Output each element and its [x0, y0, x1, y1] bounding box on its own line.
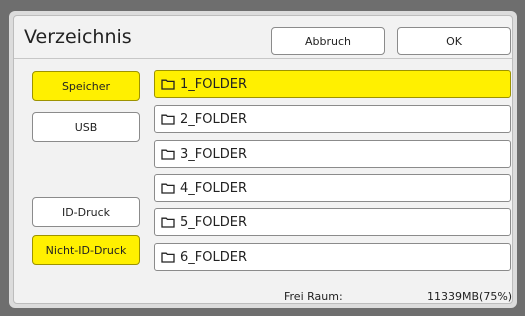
usb-button[interactable]: USB — [32, 112, 140, 142]
folder-name: 4_FOLDER — [180, 180, 247, 196]
storage-button[interactable]: Speicher — [32, 71, 140, 101]
free-space-value: 11339MB(75%) — [427, 290, 513, 303]
folder-icon — [161, 183, 175, 194]
folder-row[interactable]: 5_FOLDER — [154, 208, 511, 236]
folder-name: 6_FOLDER — [180, 249, 247, 265]
folder-row[interactable]: 1_FOLDER — [154, 70, 511, 98]
free-space-label: Frei Raum: — [284, 290, 343, 303]
dialog-title: Verzeichnis — [24, 26, 132, 48]
ok-button[interactable]: OK — [397, 27, 511, 55]
folder-icon — [161, 79, 175, 90]
folder-row[interactable]: 2_FOLDER — [154, 105, 511, 133]
folder-row[interactable]: 6_FOLDER — [154, 243, 511, 271]
header-divider — [14, 58, 512, 59]
folder-row[interactable]: 3_FOLDER — [154, 140, 511, 168]
cancel-button[interactable]: Abbruch — [271, 27, 385, 55]
folder-icon — [161, 114, 175, 125]
id-print-button[interactable]: ID-Druck — [32, 197, 140, 227]
non-id-print-button[interactable]: Nicht-ID-Druck — [32, 235, 140, 265]
folder-name: 5_FOLDER — [180, 214, 247, 230]
folder-icon — [161, 252, 175, 263]
folder-icon — [161, 217, 175, 228]
folder-name: 1_FOLDER — [180, 76, 247, 92]
folder-name: 2_FOLDER — [180, 111, 247, 127]
folder-row[interactable]: 4_FOLDER — [154, 174, 511, 202]
folder-name: 3_FOLDER — [180, 146, 247, 162]
directory-dialog: Verzeichnis Abbruch OK Speicher USB ID-D… — [13, 15, 513, 304]
folder-icon — [161, 149, 175, 160]
